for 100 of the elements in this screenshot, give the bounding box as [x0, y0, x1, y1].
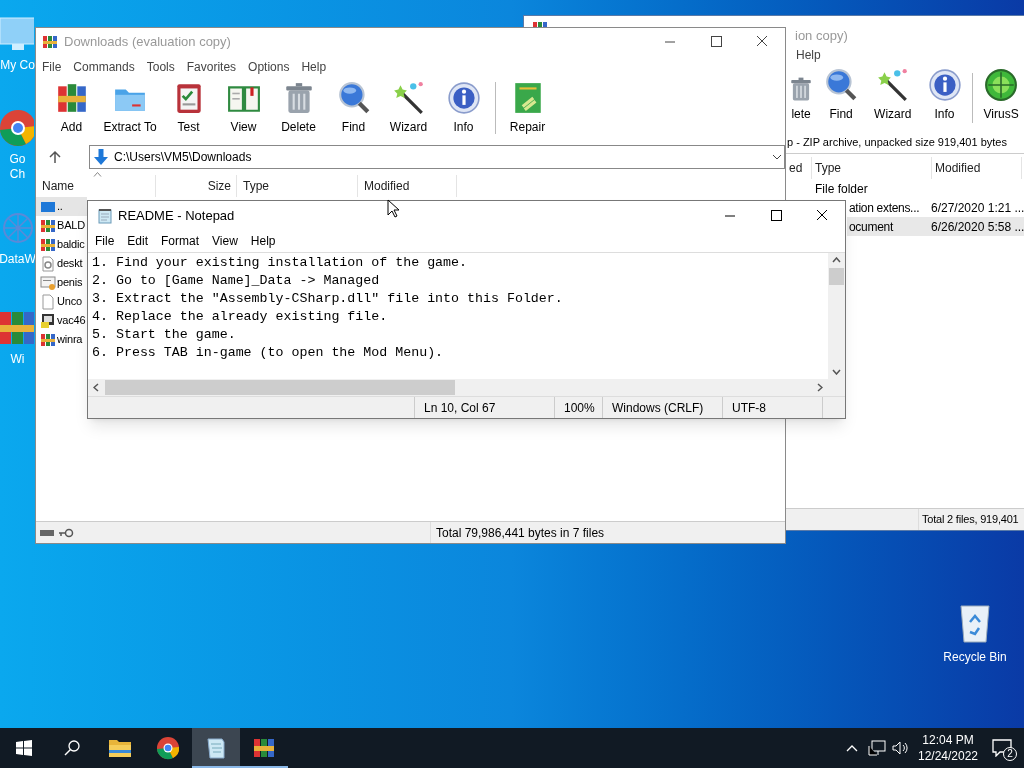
notification-badge: 2: [1003, 747, 1017, 761]
file-row[interactable]: BALD: [36, 216, 87, 235]
network-icon[interactable]: [868, 740, 886, 756]
status-text: 100%: [555, 397, 603, 418]
toolbar-button[interactable]: Info: [436, 81, 491, 136]
status-text: Ln 10, Col 67: [415, 397, 555, 418]
toolbar-button[interactable]: Wizard: [381, 81, 436, 136]
toolbar-button[interactable]: VirusS: [975, 68, 1024, 123]
chevron-left-icon[interactable]: [93, 383, 99, 392]
up-arrow-icon[interactable]: [48, 150, 62, 164]
chevron-down-icon[interactable]: [772, 154, 782, 160]
wand-icon: [391, 81, 426, 115]
menu-item[interactable]: Help: [300, 58, 328, 76]
column-header[interactable]: Modified: [932, 157, 1022, 179]
windows-logo-icon: [16, 740, 32, 756]
toolbar-button[interactable]: View: [216, 81, 271, 136]
menu-item[interactable]: File: [95, 232, 115, 250]
volume-icon[interactable]: [892, 740, 910, 756]
column-header[interactable]: Modified: [358, 175, 457, 197]
archive-icon: [40, 331, 56, 348]
chevron-right-icon[interactable]: [817, 383, 823, 392]
menu-item[interactable]: Commands: [72, 58, 136, 76]
file-row[interactable]: vac46: [36, 311, 87, 330]
menu-item[interactable]: Favorites: [185, 58, 238, 76]
vertical-scrollbar[interactable]: [828, 253, 845, 379]
text-line: 4. Replace the already existing file.: [92, 308, 389, 326]
file-row[interactable]: deskt: [36, 254, 87, 273]
toolbar-button[interactable]: lete: [787, 76, 816, 123]
notepad-icon: [97, 207, 113, 224]
column-header[interactable]: Type: [812, 157, 932, 179]
archive-info: p - ZIP archive, unpacked size 919,401 bytes: [787, 135, 1007, 151]
toolbar-button[interactable]: Repair: [500, 81, 555, 136]
menu-item[interactable]: Help: [795, 46, 822, 64]
menu-item[interactable]: Edit: [127, 232, 149, 250]
chevron-up-icon[interactable]: [832, 257, 841, 263]
window-title: Downloads (evaluation copy): [64, 33, 231, 52]
status-text: Total 79,986,441 bytes in 7 files: [435, 524, 605, 542]
toolbar-button[interactable]: Find: [815, 68, 867, 123]
table-cell-text: ocument: [849, 218, 895, 236]
archive-icon: [252, 736, 276, 760]
table-cell-text: 6/27/2020 1:21 ...: [931, 199, 1024, 217]
text-line: 5. Start the game.: [92, 326, 237, 344]
file-icon: [40, 293, 56, 310]
toolbar-button[interactable]: Delete: [271, 81, 326, 136]
menu-item[interactable]: Format: [161, 232, 200, 250]
column-header[interactable]: Type: [237, 175, 358, 197]
file-row[interactable]: baldic: [36, 235, 87, 254]
chrome-icon[interactable]: [0, 108, 34, 148]
taskbar-app[interactable]: [192, 728, 240, 768]
chrome-icon: [156, 736, 180, 760]
archive-icon: [40, 236, 56, 253]
text-line: 1. Find your existing installation of the game.: [92, 254, 469, 272]
horizontal-scrollbar[interactable]: [88, 379, 845, 396]
table-cell-text: 6/26/2020 5:58 ...: [931, 218, 1024, 236]
file-row[interactable]: ..: [36, 197, 87, 216]
status-text: Total 2 files, 919,401: [921, 512, 1019, 528]
archive-icon: [532, 20, 548, 27]
toolbar-button[interactable]: Test: [161, 81, 216, 136]
menu-item[interactable]: Help: [250, 232, 276, 250]
text-line: 2. Go to [Game Name]_Data -> Managed: [92, 272, 381, 290]
file-row[interactable]: winra: [36, 330, 87, 349]
settings-file-icon: [40, 255, 56, 272]
info-icon: [927, 68, 962, 102]
search-icon: [64, 740, 80, 756]
window-title: README - Notepad: [118, 206, 235, 225]
icon-label: Wi: [10, 352, 25, 367]
notepad-icon: [204, 736, 228, 760]
status-text: Windows (CRLF): [603, 397, 723, 418]
menu-item[interactable]: File: [41, 58, 63, 76]
key-icon: [58, 527, 74, 538]
address-field[interactable]: C:\Users\VM5\Downloads: [89, 145, 785, 169]
toolbar-button[interactable]: Add: [44, 81, 99, 136]
menu-item[interactable]: View: [212, 232, 238, 250]
selected-row[interactable]: ocument 6/26/2020 5:58 ...: [847, 217, 1024, 236]
file-row[interactable]: penis: [36, 273, 87, 292]
drive-icon: [39, 527, 55, 538]
archive-icon: [40, 217, 56, 234]
toolbar-button[interactable]: Extract To: [99, 81, 161, 136]
chevron-down-icon[interactable]: [832, 369, 841, 375]
clock[interactable]: 12:04 PM 12/24/2022: [916, 732, 980, 764]
archive-icon: [42, 34, 58, 50]
search-icon: [824, 68, 859, 102]
info-icon: [446, 81, 481, 115]
search-icon: [336, 81, 371, 115]
column-header[interactable]: Size: [156, 175, 237, 197]
scroll-thumb[interactable]: [105, 380, 455, 395]
notification-icon[interactable]: [992, 739, 1012, 757]
menu-item[interactable]: Options: [247, 58, 291, 76]
menu-item[interactable]: Tools: [145, 58, 176, 76]
toolbar-button[interactable]: Find: [326, 81, 381, 136]
toolbar-button[interactable]: Wizard: [866, 68, 919, 123]
status-text: UTF-8: [723, 397, 823, 418]
toolbar-button[interactable]: Info: [918, 68, 971, 123]
text-line: 3. Extract the "Assembly-CSharp.dll" file into this Folder.: [92, 290, 564, 308]
program-icon: [40, 312, 56, 329]
icon-label: DataW: [0, 252, 36, 267]
file-row[interactable]: Unco: [36, 292, 87, 311]
scroll-thumb[interactable]: [829, 268, 844, 285]
certificate-icon: [40, 274, 56, 291]
table-cell-text: ation extens...: [849, 199, 921, 217]
